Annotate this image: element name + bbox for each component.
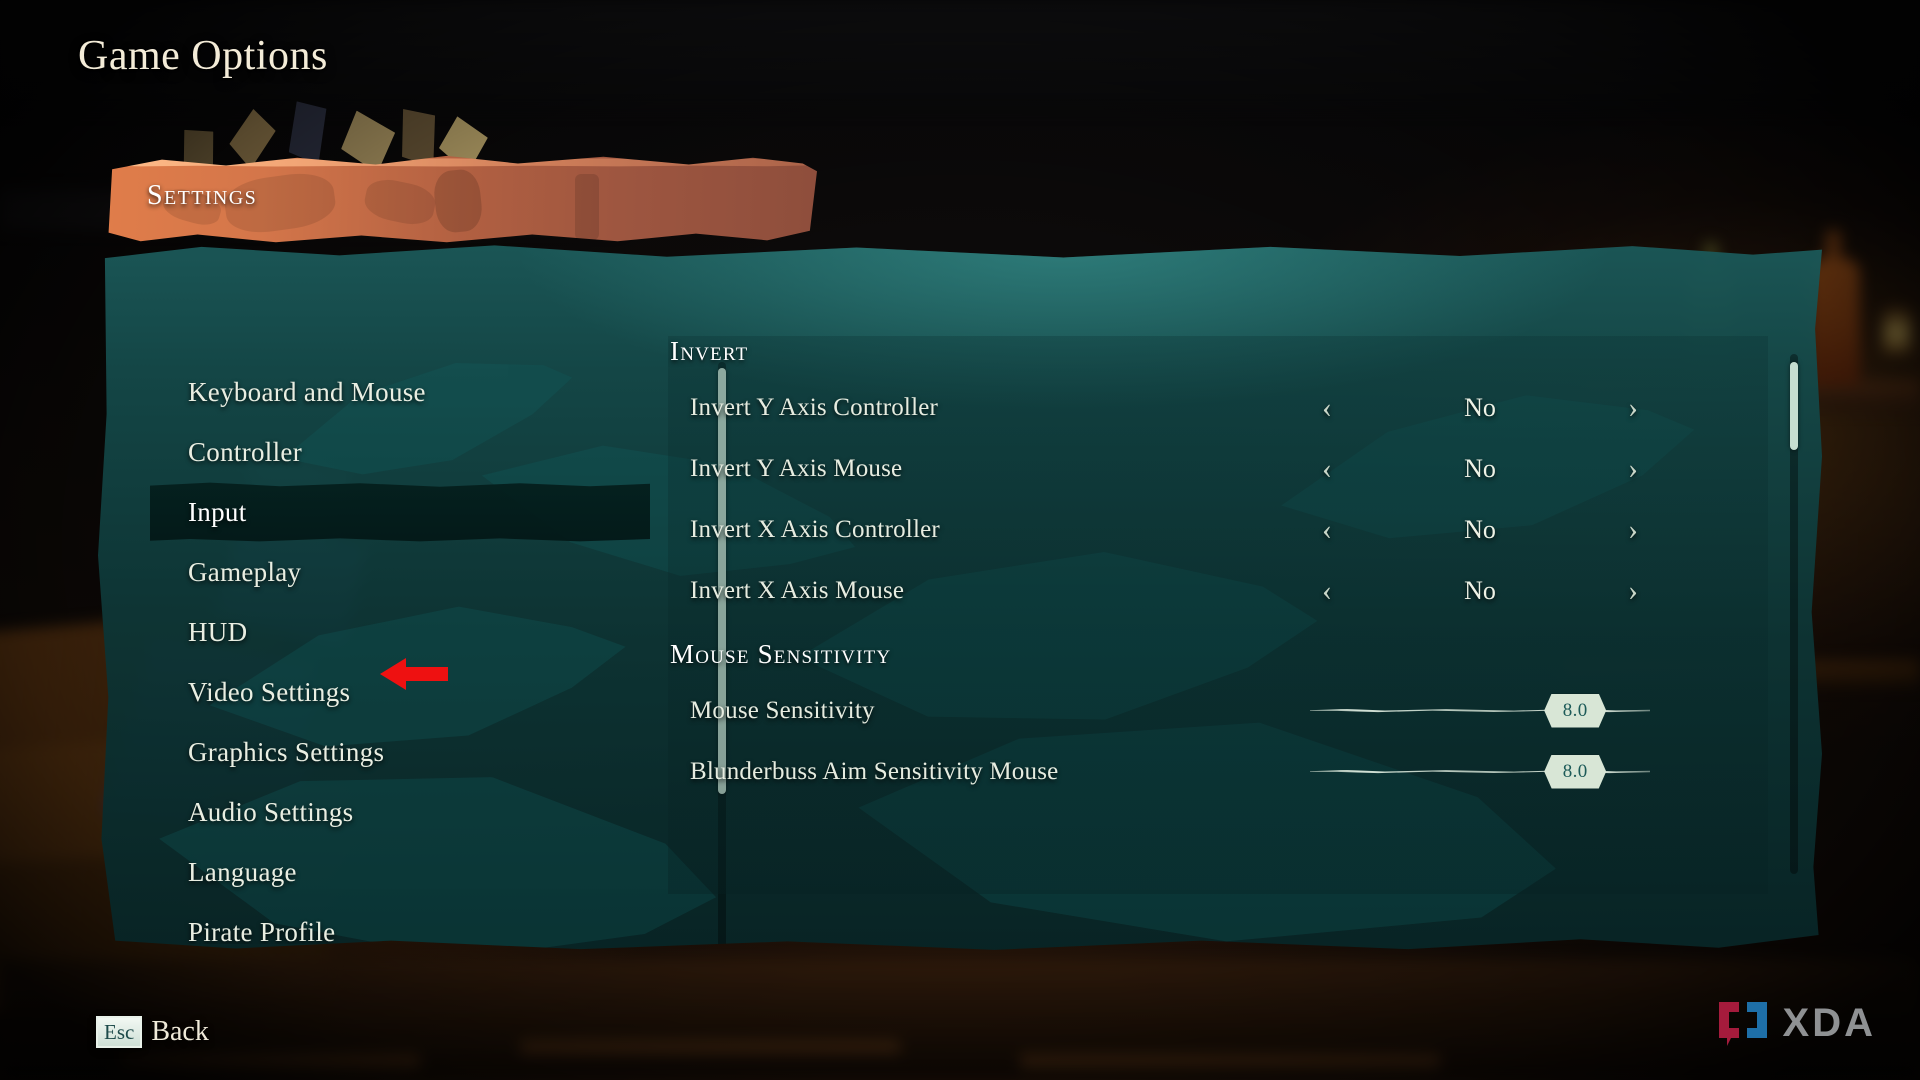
xda-wordmark: XDA bbox=[1782, 1000, 1876, 1045]
esc-key-badge: Esc bbox=[96, 1016, 143, 1048]
sidebar-item-label: Input bbox=[188, 496, 247, 527]
option-selector[interactable]: ‹ No › bbox=[1310, 575, 1650, 606]
setting-row[interactable]: Invert X Axis Mouse ‹ No › bbox=[668, 560, 1768, 621]
chevron-right-icon[interactable]: › bbox=[1616, 453, 1650, 484]
sidebar-item-label: Controller bbox=[188, 436, 302, 467]
sidebar-item-label: HUD bbox=[188, 616, 248, 647]
sidebar-item-graphics-settings[interactable]: Graphics Settings bbox=[150, 722, 650, 782]
setting-label: Invert X Axis Controller bbox=[690, 515, 940, 543]
sensitivity-slider[interactable]: 8.0 bbox=[1310, 754, 1650, 789]
selector-value: No bbox=[1464, 575, 1496, 605]
banner-texture bbox=[575, 174, 599, 240]
floor-plank bbox=[520, 1040, 900, 1054]
sidebar-item-controller[interactable]: Controller bbox=[150, 422, 650, 482]
setting-row[interactable]: Invert X Axis Controller ‹ No › bbox=[668, 499, 1768, 560]
setting-row[interactable]: Mouse Sensitivity 8.0 bbox=[668, 680, 1768, 741]
sidebar-item-gameplay[interactable]: Gameplay bbox=[150, 542, 650, 602]
back-button[interactable]: Esc Back bbox=[96, 1016, 209, 1048]
banner-highlight bbox=[108, 158, 817, 167]
xda-watermark: XDA bbox=[1717, 1000, 1876, 1046]
content-scrollbar-thumb[interactable] bbox=[1790, 362, 1798, 450]
setting-label: Blunderbuss Aim Sensitivity Mouse bbox=[690, 757, 1059, 785]
setting-label: Mouse Sensitivity bbox=[690, 696, 875, 724]
sidebar-item-label: Keyboard and Mouse bbox=[188, 376, 426, 407]
selector-value: No bbox=[1464, 514, 1496, 544]
sidebar-item-keyboard-and-mouse[interactable]: Keyboard and Mouse bbox=[150, 362, 650, 422]
sidebar-item-audio-settings[interactable]: Audio Settings bbox=[150, 782, 650, 842]
chevron-left-icon[interactable]: ‹ bbox=[1310, 392, 1344, 423]
settings-content-pane: Invert Invert Y Axis Controller ‹ No › Invert… bbox=[668, 336, 1768, 894]
section-heading: Invert bbox=[670, 336, 749, 366]
sidebar-item-label: Gameplay bbox=[188, 556, 302, 587]
setting-label: Invert Y Axis Controller bbox=[690, 393, 939, 421]
settings-category-list[interactable]: Keyboard and Mouse Controller Input Gamepla… bbox=[150, 362, 650, 944]
settings-section: Invert Invert Y Axis Controller ‹ No › Invert… bbox=[668, 336, 1768, 621]
banner-texture bbox=[361, 175, 439, 229]
page-title: Game Options bbox=[78, 33, 328, 79]
xda-mark-icon bbox=[1717, 1000, 1769, 1046]
chevron-right-icon[interactable]: › bbox=[1616, 575, 1650, 606]
sidebar-item-label: Video Settings bbox=[188, 676, 351, 707]
settings-section: Mouse Sensitivity Mouse Sensitivity 8.0 Blu… bbox=[668, 639, 1768, 802]
back-button-label: Back bbox=[151, 1016, 209, 1047]
sidebar-item-hud[interactable]: HUD bbox=[150, 602, 650, 662]
chevron-left-icon[interactable]: ‹ bbox=[1310, 453, 1344, 484]
sidebar-item-label: Language bbox=[188, 856, 297, 887]
sidebar-item-input[interactable]: Input bbox=[150, 482, 650, 542]
sidebar-item-pirate-profile[interactable]: Pirate Profile bbox=[150, 902, 650, 945]
banner-texture bbox=[431, 167, 485, 235]
option-selector[interactable]: ‹ No › bbox=[1310, 392, 1650, 423]
settings-banner: Settings bbox=[108, 155, 817, 243]
floor-plank bbox=[1020, 1054, 1440, 1068]
option-selector[interactable]: ‹ No › bbox=[1310, 514, 1650, 545]
settings-panel: Keyboard and Mouse Controller Input Gamepla… bbox=[98, 152, 1822, 952]
sidebar-item-language[interactable]: Language bbox=[150, 842, 650, 902]
selector-value: No bbox=[1464, 392, 1496, 422]
setting-label: Invert Y Axis Mouse bbox=[690, 454, 903, 482]
slider-handle[interactable]: 8.0 bbox=[1544, 693, 1607, 728]
candle-flame bbox=[1882, 300, 1912, 354]
selector-value: No bbox=[1464, 453, 1496, 483]
sidebar-item-label: Audio Settings bbox=[188, 796, 354, 827]
chevron-right-icon[interactable]: › bbox=[1616, 514, 1650, 545]
sidebar-item-label: Pirate Profile bbox=[188, 916, 336, 945]
option-selector[interactable]: ‹ No › bbox=[1310, 453, 1650, 484]
chevron-right-icon[interactable]: › bbox=[1616, 392, 1650, 423]
game-options-screen: Game Options Keyboard and Mouse Controlle… bbox=[0, 0, 1920, 1080]
annotation-arrow-icon bbox=[380, 656, 448, 692]
chevron-left-icon[interactable]: ‹ bbox=[1310, 514, 1344, 545]
setting-row[interactable]: Invert Y Axis Mouse ‹ No › bbox=[668, 438, 1768, 499]
setting-row[interactable]: Invert Y Axis Controller ‹ No › bbox=[668, 377, 1768, 438]
panel-body: Keyboard and Mouse Controller Input Gamepla… bbox=[98, 245, 1822, 950]
setting-row[interactable]: Blunderbuss Aim Sensitivity Mouse 8.0 bbox=[668, 741, 1768, 802]
sensitivity-slider[interactable]: 8.0 bbox=[1310, 693, 1650, 728]
banner-title: Settings bbox=[147, 180, 258, 211]
section-heading: Mouse Sensitivity bbox=[670, 639, 892, 669]
chevron-left-icon[interactable]: ‹ bbox=[1310, 575, 1344, 606]
setting-label: Invert X Axis Mouse bbox=[690, 576, 905, 604]
floor-plank bbox=[120, 1054, 420, 1068]
sidebar-item-label: Graphics Settings bbox=[188, 736, 385, 767]
slider-handle[interactable]: 8.0 bbox=[1544, 754, 1607, 789]
